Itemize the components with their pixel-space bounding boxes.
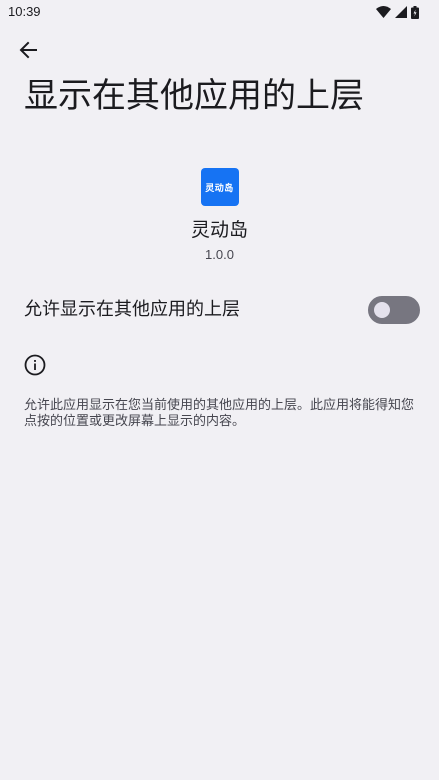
permission-toggle-row[interactable]: 允许显示在其他应用的上层 bbox=[0, 290, 439, 330]
app-header: 灵动岛 灵动岛 1.0.0 bbox=[0, 168, 439, 264]
app-version: 1.0.0 bbox=[205, 247, 234, 262]
status-time: 10:39 bbox=[8, 4, 41, 19]
info-icon bbox=[24, 354, 46, 376]
permission-label: 允许显示在其他应用的上层 bbox=[24, 299, 240, 320]
cellular-signal-icon bbox=[395, 6, 407, 18]
app-icon: 灵动岛 bbox=[200, 168, 239, 206]
app-name: 灵动岛 bbox=[190, 219, 248, 241]
back-button[interactable] bbox=[12, 36, 44, 68]
wifi-icon bbox=[376, 6, 391, 18]
arrow-back-icon bbox=[19, 41, 37, 63]
info-description: 允许此应用显示在您当前使用的其他应用的上层。此应用将能得知您点按的位置或更改屏幕… bbox=[24, 398, 415, 429]
status-bar: 10:39 bbox=[0, 0, 439, 24]
switch-thumb bbox=[374, 302, 390, 318]
overlay-permission-switch[interactable] bbox=[368, 296, 420, 324]
page-title: 显示在其他应用的上层 bbox=[24, 76, 364, 116]
battery-icon bbox=[411, 5, 419, 19]
status-icons bbox=[376, 5, 419, 19]
